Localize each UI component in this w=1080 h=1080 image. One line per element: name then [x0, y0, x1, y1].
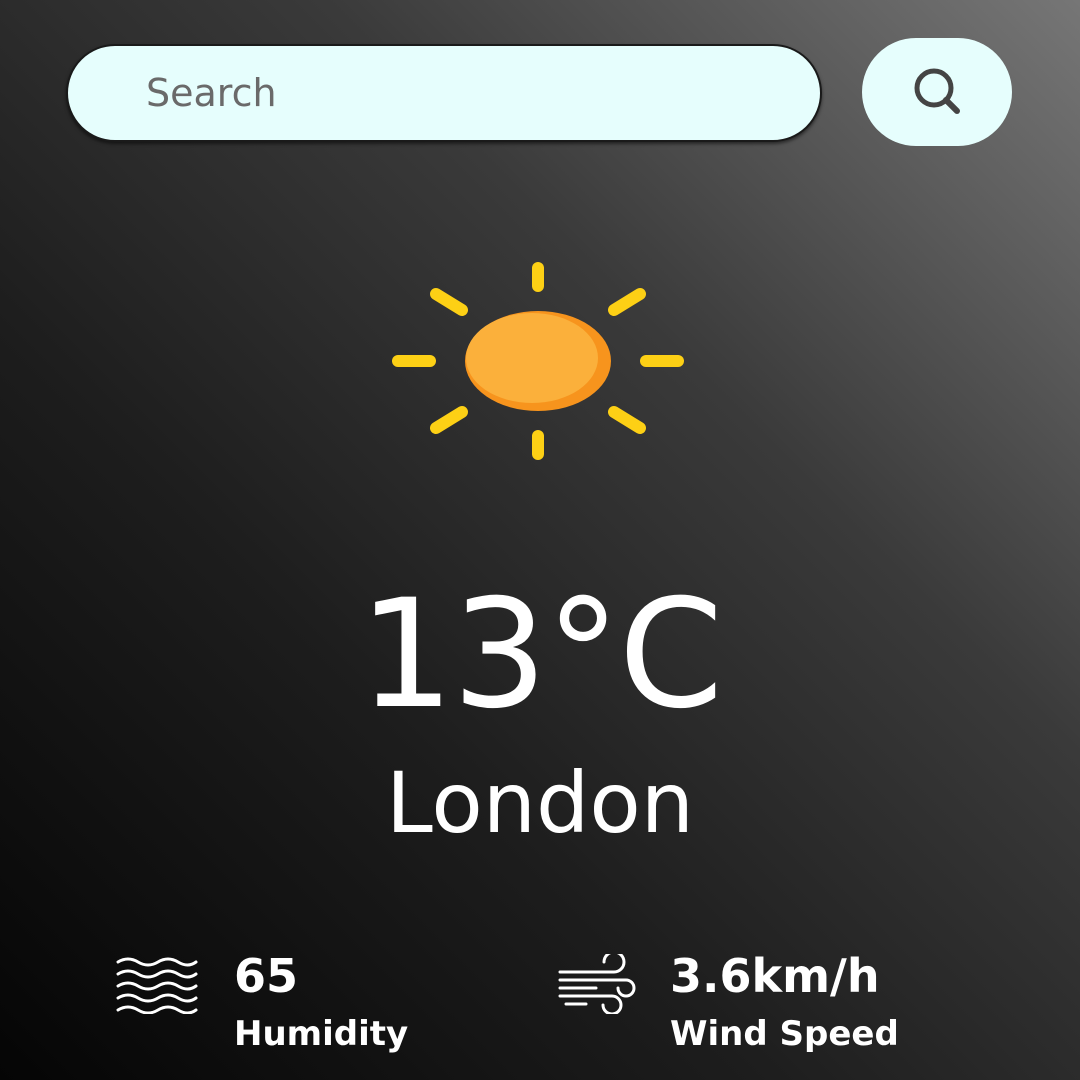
search-bar[interactable]	[66, 44, 822, 142]
sun-core-highlight	[466, 313, 598, 403]
humidity-waves-icon	[116, 957, 198, 1014]
wind-label: Wind Speed	[670, 1014, 899, 1054]
wind-value: 3.6km/h	[670, 949, 880, 1003]
sun-icon	[392, 262, 684, 460]
humidity-label: Humidity	[234, 1014, 409, 1054]
city-name: London	[386, 754, 694, 852]
wind-icon	[558, 954, 636, 1014]
temperature: 13°C	[358, 568, 724, 742]
weather-app: 13°C London 65 Humidity 3.6km/h W	[0, 0, 1080, 1080]
search-input[interactable]	[68, 46, 820, 140]
search-icon	[914, 68, 960, 114]
humidity-value: 65	[234, 949, 299, 1003]
search-button[interactable]	[862, 38, 1012, 146]
